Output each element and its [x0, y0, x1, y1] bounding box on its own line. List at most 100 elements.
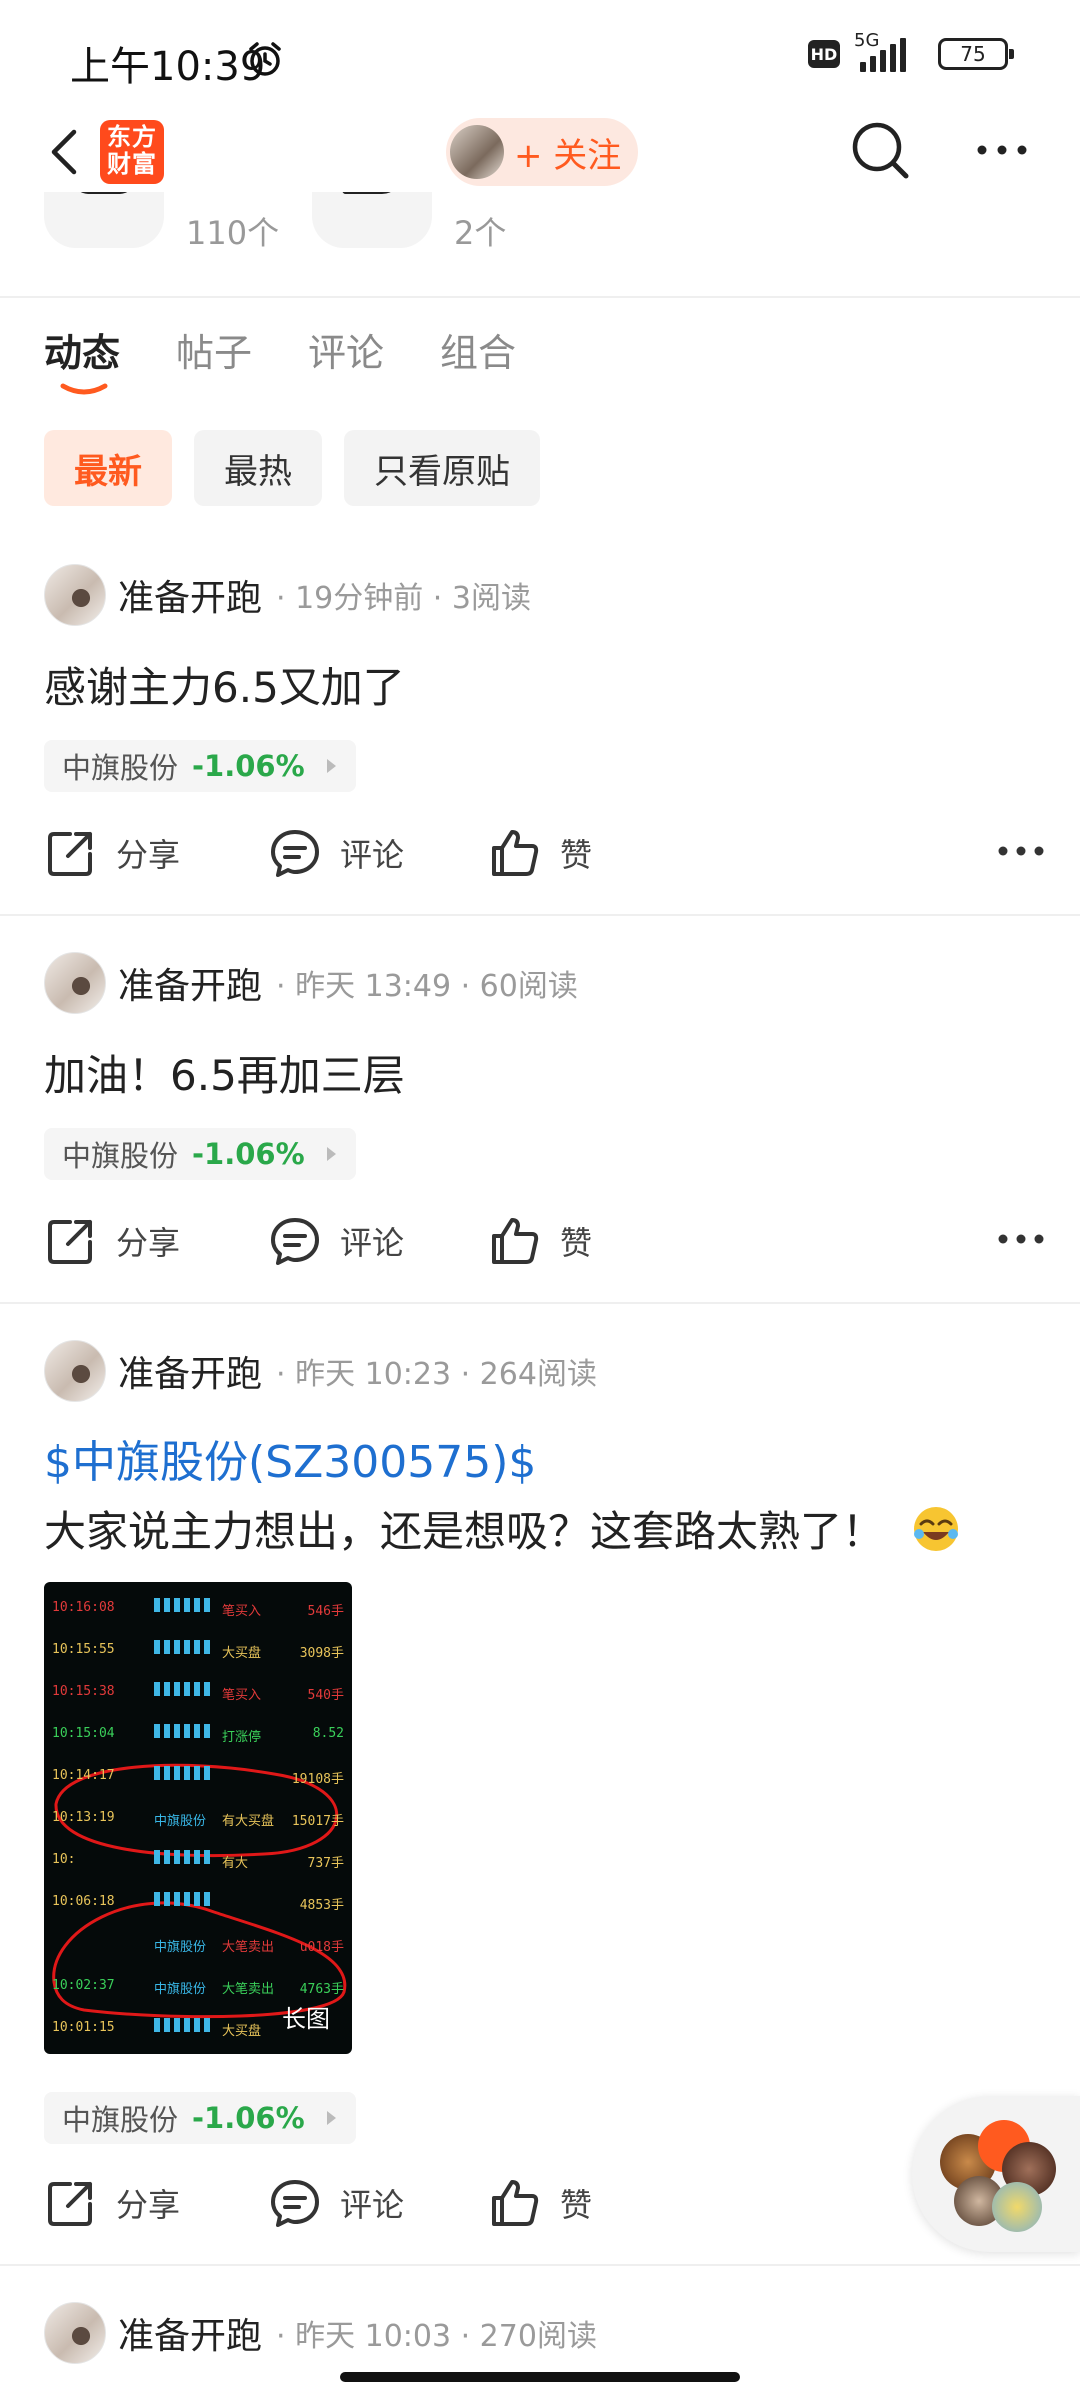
search-icon[interactable] [850, 120, 912, 182]
app-logo: 东方 财富 [100, 120, 164, 184]
filter-hottest[interactable]: 最热 [194, 430, 322, 506]
ticker-kind: 大笔卖出 [222, 1940, 275, 1955]
more-icon[interactable] [998, 844, 1044, 858]
tab-posts[interactable]: 帖子 [176, 322, 252, 377]
ticker-volume: 8.52 [312, 1726, 344, 1741]
stat-icon [74, 192, 134, 194]
ticker-kind: 打涨停 [222, 1730, 262, 1745]
post-text: 大家说主力想出，还是想吸？这套路太熟了！ [44, 1507, 885, 1556]
ticker-stock-name [154, 1850, 214, 1864]
stock-link[interactable]: $中旗股份(SZ300575)$ [44, 1426, 536, 1490]
ticker-kind: 大笔卖出 [222, 1982, 275, 1997]
ticker-row: 10:13:19 中旗股份 有大买盘 15017手 [44, 1798, 352, 1840]
back-arrow-icon[interactable] [44, 124, 84, 180]
like-button[interactable]: 赞 [488, 2168, 592, 2238]
stat-count: 2个 [454, 214, 507, 252]
like-button[interactable]: 赞 [488, 818, 592, 888]
ticker-volume: u018手 [299, 1940, 344, 1955]
thumbs-up-icon [492, 1218, 539, 1264]
ticker-volume: 737手 [307, 1856, 344, 1871]
ticker-stock-name [154, 1640, 214, 1654]
battery-icon: 75 [938, 38, 1014, 70]
comment-icon [271, 830, 319, 877]
floating-quick-entry-button[interactable] [912, 2096, 1080, 2252]
ticker-time: 10:06:18 [52, 1894, 115, 1909]
stock-name: 中旗股份 [62, 1139, 179, 1173]
ticker-kind: 有大买盘 [222, 1814, 275, 1829]
user-avatar [450, 125, 504, 179]
comment-button[interactable]: 评论 [268, 1206, 404, 1276]
thumbs-up-icon [492, 830, 539, 876]
author-avatar[interactable] [44, 1340, 106, 1402]
ticker-stock-name [154, 2018, 214, 2032]
author-avatar[interactable] [44, 952, 106, 1014]
battery-level: 75 [960, 42, 986, 66]
post-actions: 分享 评论 赞 [44, 818, 1044, 888]
ticker-time: 10:15:38 [52, 1684, 115, 1699]
status-time: 上午10:39 [70, 44, 266, 90]
signal-icon: 5G [854, 30, 924, 72]
ticker-volume: 15017手 [291, 1814, 344, 1829]
ticker-time: 10:14:17 [52, 1768, 115, 1783]
status-bar: 上午10:39 HD 5G 75 [0, 0, 1080, 110]
tab-portfolio[interactable]: 组合 [440, 322, 516, 377]
author-name[interactable]: 准备开跑 [118, 957, 262, 1009]
ticker-stock-name: 中旗股份 [154, 1982, 207, 1997]
stock-tag[interactable]: 中旗股份 -1.06% [44, 1128, 356, 1180]
more-options-icon[interactable] [976, 142, 1028, 158]
author-avatar[interactable] [44, 2302, 106, 2364]
ticker-stock-name [154, 1724, 214, 1738]
stock-name: 中旗股份 [62, 751, 179, 785]
share-button[interactable]: 分享 [44, 818, 180, 888]
caret-right-icon [326, 759, 336, 773]
ticker-kind: 笔买入 [222, 1604, 262, 1619]
comment-button[interactable]: 评论 [268, 818, 404, 888]
ticker-kind: 笔买入 [222, 1688, 262, 1703]
ticker-row: 10:16:08 笔买入 546手 [44, 1588, 352, 1630]
stock-tag[interactable]: 中旗股份 -1.06% [44, 2092, 356, 2144]
stock-tag[interactable]: 中旗股份 -1.06% [44, 740, 356, 792]
stock-change: -1.06% [192, 1137, 305, 1171]
stock-change: -1.06% [192, 749, 305, 783]
filter-original-only[interactable]: 只看原贴 [344, 430, 540, 506]
post-text: 感谢主力6.5又加了 [44, 663, 405, 712]
ticker-volume: 546手 [307, 1604, 344, 1619]
ticker-volume: 19108手 [291, 1772, 344, 1787]
ticker-row: 10:14:17 19108手 [44, 1756, 352, 1798]
author-name[interactable]: 准备开跑 [118, 2307, 262, 2359]
ticker-time: 10:13:19 [52, 1810, 115, 1825]
ticker-stock-name [154, 1682, 214, 1696]
ticker-time: 10:01:15 [52, 2020, 115, 2035]
laughing-emoji-icon [914, 1507, 959, 1551]
tab-comments[interactable]: 评论 [308, 322, 384, 377]
ticker-time: 10:02:37 [52, 1978, 115, 1993]
caret-right-icon [326, 1147, 336, 1161]
nav-bar: 东方 财富 + 关注 [0, 110, 1080, 192]
follow-button[interactable]: + 关注 [446, 118, 638, 186]
ticker-row: 10:15:04 打涨停 8.52 [44, 1714, 352, 1756]
ticker-volume: 540手 [307, 1688, 344, 1703]
ticker-row: 中旗股份 大笔卖出 u018手 [44, 1924, 352, 1966]
follow-label: + 关注 [514, 135, 622, 176]
ticker-kind: 大买盘 [222, 1646, 262, 1661]
author-name[interactable]: 准备开跑 [118, 1345, 262, 1397]
like-button[interactable]: 赞 [488, 1206, 592, 1276]
share-button[interactable]: 分享 [44, 1206, 180, 1276]
divider [0, 914, 1080, 916]
ticker-row: 10:06:18 4853手 [44, 1882, 352, 1924]
ticker-kind: 大买盘 [222, 2024, 262, 2039]
ticker-row: 10: 有大 737手 [44, 1840, 352, 1882]
share-icon [48, 1220, 92, 1264]
post-image-thumbnail[interactable]: 10:16:08 笔买入 546手 10:15:55 大买盘 3098手 10:15:38 笔… [44, 1582, 352, 2054]
more-icon[interactable] [998, 1232, 1044, 1246]
author-name[interactable]: 准备开跑 [118, 569, 262, 621]
tab-dynamics[interactable]: 动态 [44, 322, 120, 377]
comment-button[interactable]: 评论 [268, 2168, 404, 2238]
tab-bar: 动态 帖子 评论 组合 [44, 322, 516, 377]
author-avatar[interactable] [44, 564, 106, 626]
filter-latest[interactable]: 最新 [44, 430, 172, 506]
stat-icon-bubble[interactable] [44, 192, 164, 248]
share-icon [48, 2182, 92, 2226]
stat-icon-bubble[interactable] [312, 192, 432, 248]
share-button[interactable]: 分享 [44, 2168, 180, 2238]
